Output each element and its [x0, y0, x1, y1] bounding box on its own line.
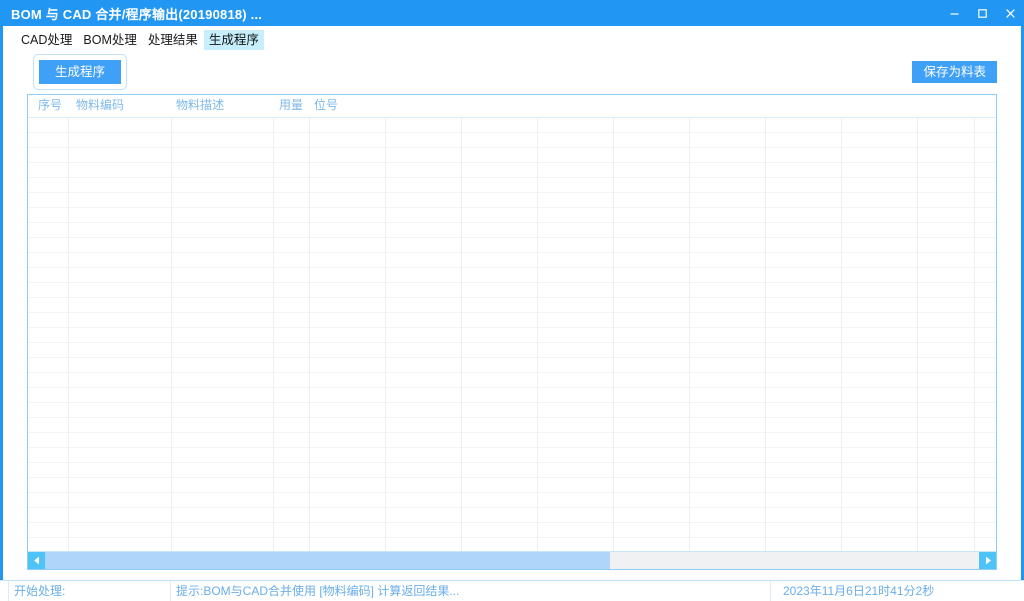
grid-column-divider	[537, 118, 538, 551]
status-divider	[170, 581, 171, 601]
column-header-index[interactable]: 序号	[38, 98, 62, 113]
status-process-label: 开始处理:	[14, 584, 66, 598]
window-title: BOM 与 CAD 合并/程序输出(20190818) ...	[11, 6, 263, 22]
save-as-material-list-button[interactable]: 保存为料表	[912, 61, 997, 83]
column-header-material-desc[interactable]: 物料描述	[176, 98, 224, 113]
status-divider	[8, 581, 9, 601]
horizontal-scrollbar[interactable]	[28, 551, 996, 569]
content-area: 生成程序 保存为料表 序号 物料编码 物料描述 用量 位号	[3, 50, 1021, 580]
grid-header-row: 序号 物料编码 物料描述 用量 位号	[28, 95, 996, 118]
chevron-right-icon[interactable]	[979, 552, 996, 569]
scrollbar-thumb[interactable]	[45, 552, 611, 569]
toolbar: 生成程序 保存为料表	[13, 50, 1011, 94]
grid-column-divider	[917, 118, 918, 551]
grid-column-divider	[765, 118, 766, 551]
status-bar: 开始处理: 提示:BOM与CAD合并使用 [物料编码] 计算返回结果... 20…	[0, 580, 1024, 601]
grid-column-divider	[309, 118, 310, 551]
grid-column-divider	[613, 118, 614, 551]
tab-bom-processing[interactable]: BOM处理	[78, 30, 141, 50]
grid-column-divider	[841, 118, 842, 551]
tab-processing-results[interactable]: 处理结果	[143, 30, 203, 50]
column-header-quantity[interactable]: 用量	[279, 98, 303, 113]
window-controls	[940, 0, 1024, 26]
grid-column-divider	[461, 118, 462, 551]
close-icon[interactable]	[996, 0, 1024, 26]
grid-column-divider	[171, 118, 172, 551]
scrollbar-track[interactable]	[45, 552, 979, 569]
column-header-material-code[interactable]: 物料编码	[76, 98, 124, 113]
grid-column-divider	[974, 118, 975, 551]
generate-program-button[interactable]: 生成程序	[39, 60, 122, 84]
status-divider	[770, 581, 771, 601]
tab-cad-processing[interactable]: CAD处理	[16, 30, 77, 50]
column-header-designator[interactable]: 位号	[314, 98, 338, 113]
status-timestamp: 2023年11月6日21时41分2秒	[783, 584, 935, 598]
grid-column-divider	[385, 118, 386, 551]
minimize-icon[interactable]	[940, 0, 968, 26]
grid-column-divider	[689, 118, 690, 551]
title-bar: BOM 与 CAD 合并/程序输出(20190818) ...	[0, 0, 1024, 26]
generate-button-focus-ring: 生成程序	[33, 54, 128, 90]
grid-column-divider	[68, 118, 69, 551]
grid-column-divider	[273, 118, 274, 551]
chevron-left-icon[interactable]	[28, 552, 45, 569]
grid-body-empty[interactable]	[28, 118, 996, 551]
maximize-icon[interactable]	[968, 0, 996, 26]
status-hint-message: 提示:BOM与CAD合并使用 [物料编码] 计算返回结果...	[176, 584, 460, 598]
tab-strip: CAD处理 BOM处理 处理结果 生成程序	[3, 26, 1021, 50]
data-grid: 序号 物料编码 物料描述 用量 位号	[27, 94, 997, 570]
application-window: BOM 与 CAD 合并/程序输出(20190818) ... CAD处理 BO…	[0, 0, 1024, 601]
tab-generate-program[interactable]: 生成程序	[203, 30, 264, 50]
